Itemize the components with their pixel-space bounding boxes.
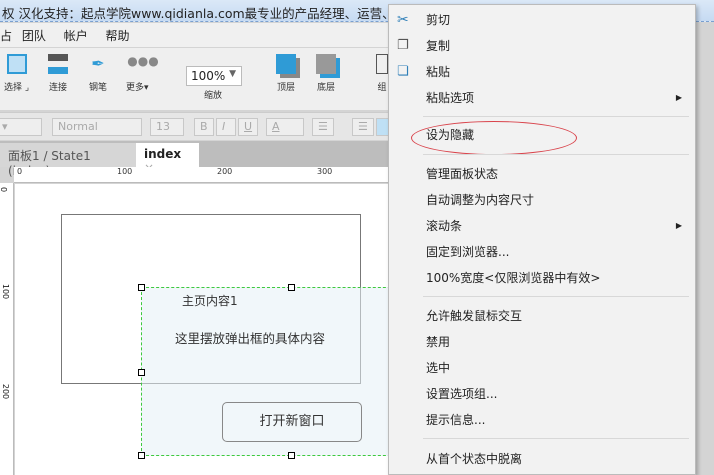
bring-to-front[interactable]: 顶层 — [276, 54, 296, 93]
menu-item-disable[interactable]: 禁用 — [426, 330, 688, 354]
bullet-button[interactable]: ☰ — [312, 118, 334, 136]
menu-help[interactable]: 帮助 — [106, 29, 130, 43]
menu-item-allow-mouse-interaction[interactable]: 允许触发鼠标交互 — [426, 304, 688, 328]
menu-item-selected[interactable]: 选中 — [426, 356, 688, 380]
font-size-select[interactable]: 13 — [150, 118, 184, 136]
connect-tool[interactable]: 连接 — [48, 54, 68, 93]
ruler-label: 200 — [217, 167, 233, 176]
scissors-icon: ✂ — [397, 12, 409, 28]
ruler-label: 200 — [1, 383, 11, 400]
more-tool[interactable]: ●●● 更多▾ — [126, 54, 159, 93]
submenu-arrow-icon: ▶ — [675, 93, 682, 102]
menu-separator — [423, 438, 689, 439]
menu-separator — [423, 296, 689, 297]
zoom-label: 缩放 — [204, 91, 223, 101]
panel-body-text: 这里摆放弹出框的具体内容 — [175, 331, 326, 346]
menu-item-pin-to-browser[interactable]: 固定到浏览器... — [426, 240, 688, 264]
context-menu: ✂ ❐ ❏ 剪切 复制 粘贴 粘贴选项 ▶ 设为隐藏 管理面板状态 自动调整为内容… — [388, 4, 696, 475]
send-to-back[interactable]: 底层 — [316, 54, 336, 93]
menu-account[interactable]: 帐户 — [64, 29, 88, 43]
connect-icon — [48, 54, 68, 74]
font-color-button[interactable]: A — [266, 118, 304, 136]
bring-front-icon — [276, 54, 296, 74]
align-left-button[interactable]: ☰ — [352, 118, 374, 136]
menu-separator — [423, 116, 689, 117]
submenu-arrow-icon: ▶ — [675, 221, 682, 230]
menu-item-cut[interactable]: 剪切 — [426, 8, 688, 32]
menu-team[interactable]: 团队 — [22, 29, 46, 43]
resize-handle[interactable] — [288, 452, 295, 459]
panel-heading: 主页内容1 — [182, 294, 238, 308]
menu-item-tooltip[interactable]: 提示信息... — [426, 408, 688, 432]
menu-item-selection-group[interactable]: 设置选项组... — [426, 382, 688, 406]
pen-icon: ✒ — [91, 54, 105, 73]
chevron-down-icon: ▼ — [229, 69, 236, 79]
menu-item-100-width[interactable]: 100%宽度<仅限浏览器中有效> — [426, 266, 688, 290]
menu-item-fit-to-content[interactable]: 自动调整为内容尺寸 — [426, 188, 688, 212]
underline-button[interactable]: U — [238, 118, 258, 136]
select-icon — [6, 54, 27, 74]
menu-item-paste[interactable]: 粘贴 — [426, 60, 688, 84]
paste-icon: ❏ — [397, 64, 409, 79]
resize-handle[interactable] — [138, 284, 145, 291]
font-family-select[interactable]: ▾ — [0, 118, 42, 136]
menu-item-break-from-first-state[interactable]: 从首个状态中脱离 — [426, 447, 688, 471]
zoom-select[interactable]: 100% ▼ — [186, 66, 242, 86]
ruler-label: 100 — [1, 283, 11, 300]
more-icon: ●●● — [127, 54, 159, 68]
dynamic-panel[interactable]: 主页内容1 这里摆放弹出框的具体内容 打开新窗口 — [141, 287, 401, 456]
ruler-label: 0 — [17, 167, 23, 176]
font-style-select[interactable]: Normal — [52, 118, 142, 136]
ruler-label: 100 — [117, 167, 133, 176]
resize-handle[interactable] — [138, 452, 145, 459]
design-canvas[interactable]: 主页内容1 这里摆放弹出框的具体内容 打开新窗口 — [15, 184, 401, 475]
menu-separator — [423, 154, 689, 155]
menu-bar: 占 团队 帐户 帮助 — [0, 23, 390, 47]
bold-button[interactable]: B — [194, 118, 214, 136]
menu-fragment: 占 — [0, 29, 13, 43]
vertical-ruler: 0 100 200 — [0, 183, 14, 475]
send-back-icon — [316, 54, 336, 74]
format-bar: ▾ Normal 13 B I U A ☰ ☰ — [0, 112, 390, 140]
resize-handle[interactable] — [288, 284, 295, 291]
menu-item-set-hidden[interactable]: 设为隐藏 — [426, 123, 688, 147]
italic-button[interactable]: I — [216, 118, 236, 136]
tab-index[interactable]: index × — [136, 143, 199, 175]
menu-item-paste-options[interactable]: 粘贴选项 ▶ — [426, 86, 688, 110]
tab-panel-state[interactable]: 面板1 / State1 (index) × — [0, 143, 136, 178]
menu-item-copy[interactable]: 复制 — [426, 34, 688, 58]
menu-item-scrollbars[interactable]: 滚动条 ▶ — [426, 214, 688, 238]
horizontal-ruler: 0 100 200 300 — [14, 167, 388, 183]
menu-item-manage-panel-states[interactable]: 管理面板状态 — [426, 162, 688, 186]
tab-bar: 面板1 / State1 (index) × index × — [0, 141, 390, 178]
copy-icon: ❐ — [397, 38, 409, 53]
ruler-label: 300 — [317, 167, 333, 176]
pen-tool[interactable]: ✒ 钢笔 — [88, 54, 108, 93]
group-tool[interactable]: 组 — [376, 54, 388, 93]
group-icon — [376, 54, 388, 74]
open-new-window-button[interactable]: 打开新窗口 — [222, 402, 362, 442]
resize-handle[interactable] — [138, 369, 145, 376]
ruler-label: 0 — [0, 187, 8, 192]
select-tool[interactable]: 选择 ⌟ — [4, 54, 29, 93]
